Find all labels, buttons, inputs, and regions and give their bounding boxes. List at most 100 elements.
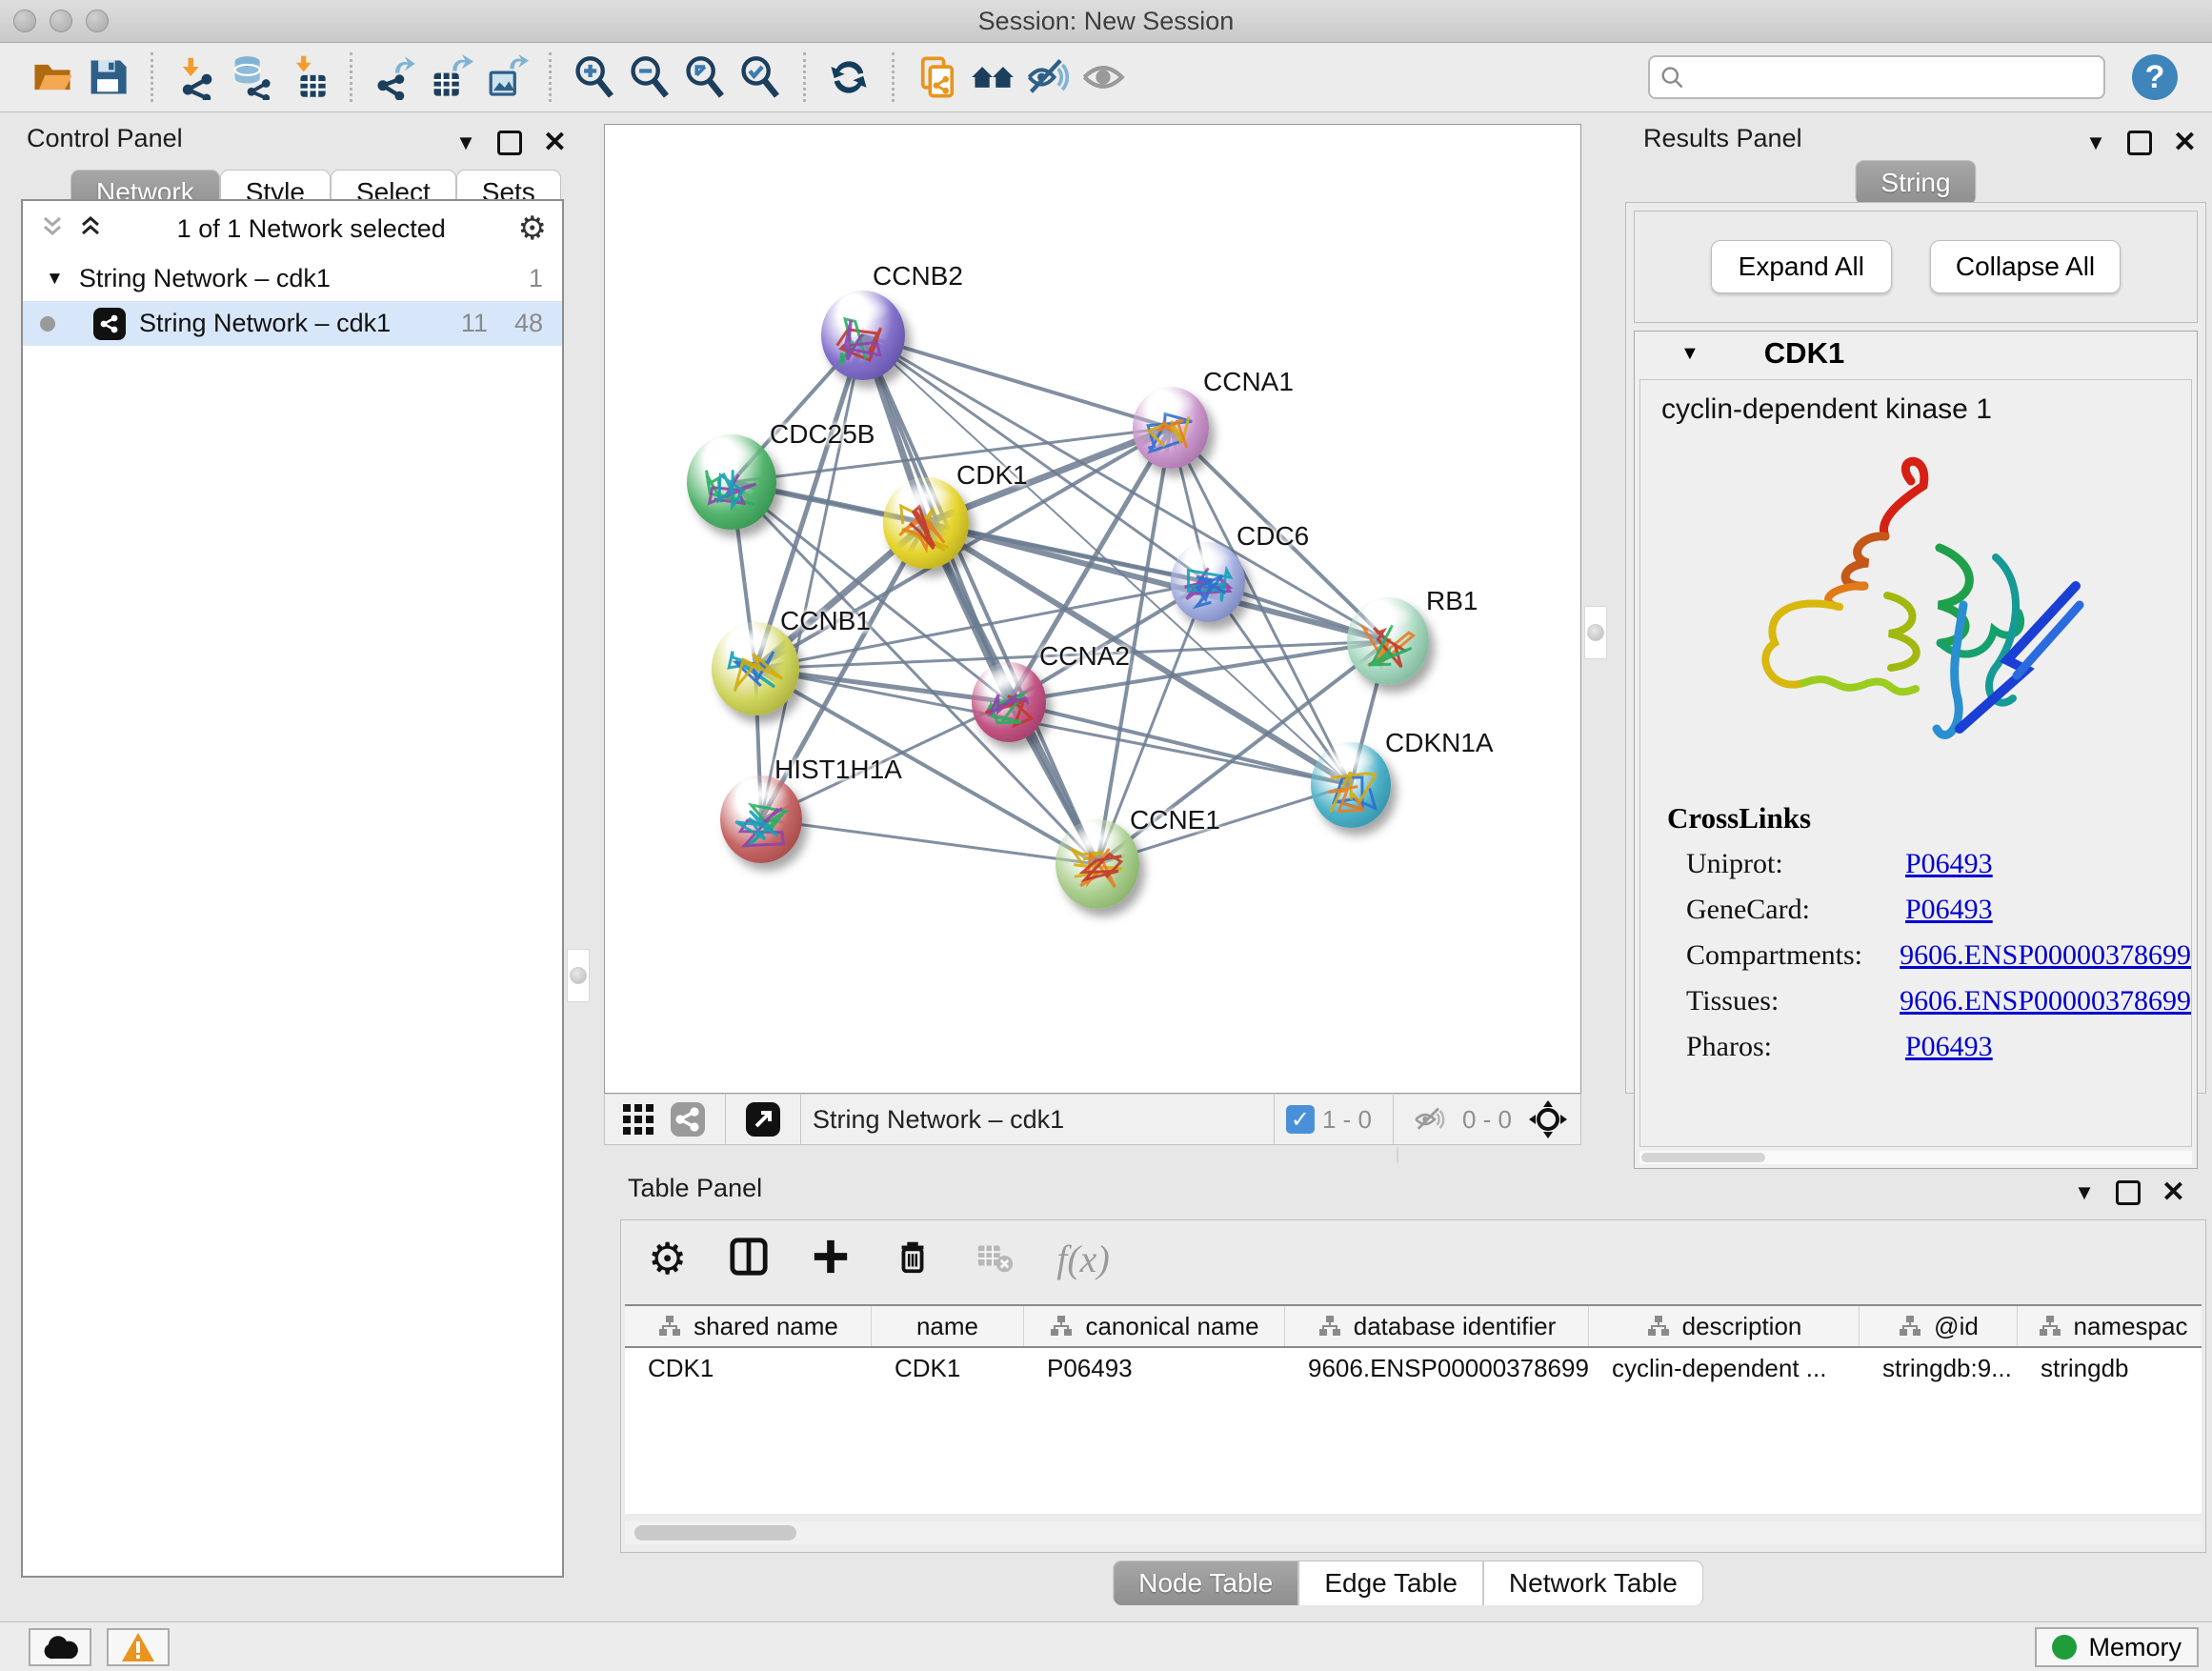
function-builder-icon[interactable]: f(x) [1056,1237,1110,1281]
network-selection-status: 1 of 1 Network selected [105,214,518,244]
table-settings-gear-icon[interactable]: ⚙ [648,1233,687,1284]
column-header-canonical-name[interactable]: canonical name [1024,1306,1285,1346]
show-all-eye-icon[interactable] [1076,50,1131,105]
network-node-CCNB2[interactable] [821,291,905,380]
network-row[interactable]: String Network – cdk1 11 48 [23,301,562,346]
expand-all-button[interactable]: Expand All [1711,240,1892,293]
control-panel-collapse-icon[interactable]: ▼ [455,131,476,155]
network-options-gear-icon[interactable]: ⚙ [518,210,547,248]
network-node-HIST1H1A[interactable] [720,775,802,863]
table-panel-close-icon[interactable]: ✕ [2162,1176,2185,1209]
column-header-shared-name[interactable]: shared name [625,1306,872,1346]
cell-shared-name[interactable]: CDK1 [625,1348,872,1390]
export-table-icon[interactable] [423,50,478,105]
zoom-out-icon[interactable] [622,50,677,105]
network-node-CDKN1A[interactable] [1311,742,1391,828]
results-panel-float-icon[interactable] [2127,131,2152,155]
zoom-in-icon[interactable] [567,50,622,105]
first-neighbors-icon[interactable] [965,50,1020,105]
cell--id[interactable]: stringdb:9... [1860,1348,2018,1390]
network-canvas[interactable]: CCNB2CCNA1CDC25BCDK1CDC6RB1CCNB1CCNA2CDK… [604,124,1581,1094]
tab-node-table[interactable]: Node Table [1113,1560,1298,1605]
collection-count: 1 [529,264,543,293]
network-current-dot-icon [40,316,55,332]
save-icon[interactable] [80,50,135,105]
network-edge[interactable] [761,819,1097,864]
import-network-icon[interactable] [169,50,224,105]
open-in-window-icon[interactable] [745,1101,781,1137]
zoom-selected-icon[interactable] [733,50,788,105]
hidden-eye-slash-icon[interactable] [1413,1102,1447,1137]
crosslink-link[interactable]: 9606.ENSP00000378699 [1900,985,2191,1017]
network-edge[interactable] [761,335,863,819]
network-node-CDK1[interactable] [883,477,969,569]
table-panel-collapse-icon[interactable]: ▼ [2074,1180,2095,1205]
cell-namespac[interactable]: stringdb [2018,1348,2202,1390]
collapse-all-button[interactable]: Collapse All [1930,240,2121,293]
refresh-icon[interactable] [821,50,876,105]
cell-canonical-name[interactable]: P06493 [1024,1348,1285,1390]
column-header--id[interactable]: @id [1860,1306,2018,1346]
column-header-description[interactable]: description [1589,1306,1860,1346]
delete-table-icon[interactable] [975,1237,1015,1281]
gene-collapse-icon[interactable]: ▼ [1680,343,1699,365]
column-header-name[interactable]: name [872,1306,1024,1346]
crosslink-link[interactable]: P06493 [1905,894,1993,926]
network-edge[interactable] [863,335,1171,428]
network-collection-row[interactable]: ▼ String Network – cdk1 1 [23,256,562,301]
column-header-namespac[interactable]: namespac [2018,1306,2202,1346]
memory-button[interactable]: Memory [2035,1627,2199,1667]
search-input[interactable] [1684,63,2094,92]
table-panel-float-icon[interactable] [2116,1180,2141,1205]
cloud-button[interactable] [29,1628,91,1666]
network-node-CDC6[interactable] [1171,542,1245,621]
table-horizontal-scrollbar[interactable] [625,1521,2202,1544]
column-header-database-identifier[interactable]: database identifier [1285,1306,1589,1346]
search-box[interactable] [1648,55,2105,99]
birds-eye-grid-icon[interactable] [622,1103,654,1136]
copy-documents-icon[interactable] [910,50,965,105]
crosslink-link[interactable]: P06493 [1905,1031,1993,1063]
collection-expand-icon[interactable]: ▼ [46,269,64,290]
network-node-CCNE1[interactable] [1056,819,1139,909]
import-table-icon[interactable] [279,50,334,105]
selected-checkbox-icon[interactable]: ✓ [1286,1105,1315,1134]
hide-selected-eye-icon[interactable] [1020,50,1076,105]
export-image-icon[interactable] [478,50,533,105]
help-icon[interactable]: ? [2132,54,2178,100]
open-folder-icon[interactable] [25,50,80,105]
right-splitter-handle[interactable] [1584,606,1607,659]
zoom-fit-icon[interactable] [677,50,733,105]
network-node-CCNA1[interactable] [1133,387,1209,469]
import-database-icon[interactable] [224,50,279,105]
share-network-gray-icon[interactable] [670,1101,706,1137]
control-panel-float-icon[interactable] [497,131,522,155]
tab-string[interactable]: String [1855,160,1976,205]
left-splitter-handle[interactable] [567,949,590,1002]
network-node-CDC25B[interactable] [687,434,776,531]
network-node-RB1[interactable] [1347,597,1429,685]
add-column-icon[interactable] [811,1237,851,1281]
control-panel-close-icon[interactable]: ✕ [543,126,567,159]
warning-button[interactable] [107,1628,170,1666]
results-panel-collapse-icon[interactable]: ▼ [2085,131,2106,155]
show-columns-icon[interactable] [729,1237,769,1281]
cell-name[interactable]: CDK1 [872,1348,1024,1390]
results-panel-close-icon[interactable]: ✕ [2173,126,2197,159]
crosslink-link[interactable]: 9606.ENSP00000378699 [1900,939,2191,972]
collapse-all-chevron-icon[interactable] [38,212,67,246]
export-network-icon[interactable] [368,50,423,105]
crosslink-link[interactable]: P06493 [1905,848,1993,880]
network-node-CCNA2[interactable] [972,662,1046,741]
node-label-CDKN1A: CDKN1A [1385,728,1494,758]
gene-entry-header[interactable]: ▼ CDK1 [1635,332,2197,375]
cell-database-identifier[interactable]: 9606.ENSP00000378699 [1285,1348,1589,1390]
tab-network-table[interactable]: Network Table [1483,1560,1703,1605]
tab-edge-table[interactable]: Edge Table [1298,1560,1483,1605]
fit-selection-crosshair-icon[interactable] [1529,1100,1567,1138]
control-panel-title: Control Panel [27,124,183,153]
expand-all-chevron-icon[interactable] [76,212,105,246]
table-row[interactable]: CDK1CDK1P064939606.ENSP00000378699cyclin… [625,1348,2202,1390]
delete-column-trash-icon[interactable] [893,1237,933,1281]
cell-description[interactable]: cyclin-dependent ... [1589,1348,1860,1390]
